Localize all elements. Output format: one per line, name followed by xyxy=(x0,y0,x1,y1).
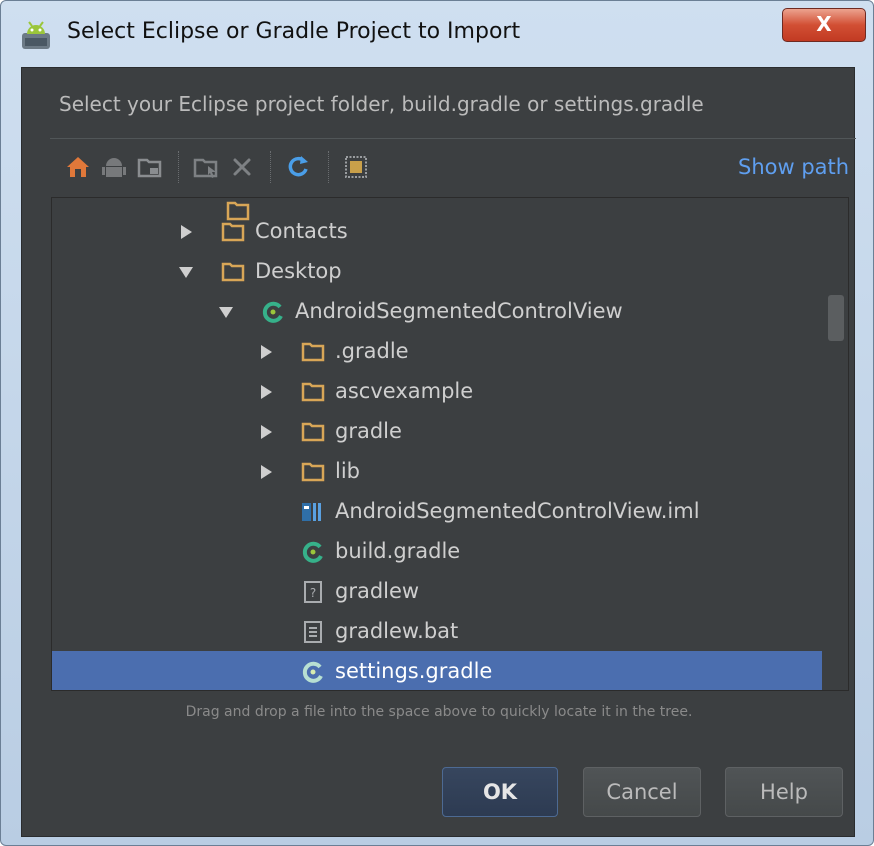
new-folder-icon[interactable] xyxy=(192,153,220,181)
dialog-window: Select Eclipse or Gradle Project to Impo… xyxy=(0,0,874,846)
cancel-button[interactable]: Cancel xyxy=(583,767,701,817)
expand-arrow-icon[interactable] xyxy=(178,224,194,240)
svg-text:?: ? xyxy=(310,586,316,600)
android-icon[interactable] xyxy=(100,153,128,181)
title-bar: Select Eclipse or Gradle Project to Impo… xyxy=(1,1,873,67)
tree-item-contacts[interactable]: Contacts xyxy=(52,211,822,251)
folder-icon xyxy=(301,422,325,442)
folder-icon xyxy=(301,462,325,482)
tree-item-gradlew-bat[interactable]: gradlew.bat xyxy=(52,611,822,651)
toolbar-separator xyxy=(178,151,180,183)
show-path-link[interactable]: Show path xyxy=(738,155,849,179)
tree-item-label: settings.gradle xyxy=(335,659,493,683)
tree-item-label: gradlew xyxy=(335,579,420,603)
delete-icon[interactable] xyxy=(228,153,256,181)
expand-arrow-icon[interactable] xyxy=(258,464,274,480)
tree-item-label: Desktop xyxy=(255,259,342,283)
folder-icon xyxy=(301,382,325,402)
expand-arrow-icon[interactable] xyxy=(258,344,274,360)
file-tree[interactable]: Contacts Desktop AndroidSegmentedControl… xyxy=(51,197,849,691)
scrollbar-thumb[interactable] xyxy=(828,295,844,341)
tree-item-iml[interactable]: AndroidSegmentedControlView.iml xyxy=(52,491,822,531)
expand-arrow-icon[interactable] xyxy=(258,384,274,400)
tree-item-label: Contacts xyxy=(255,219,348,243)
text-file-icon xyxy=(304,621,322,643)
tree-item-ascvexample[interactable]: ascvexample xyxy=(52,371,822,411)
tree-item-dot-gradle[interactable]: .gradle xyxy=(52,331,822,371)
project-folder-icon[interactable] xyxy=(136,153,164,181)
window-title: Select Eclipse or Gradle Project to Impo… xyxy=(67,19,521,44)
dialog-description: Select your Eclipse project folder, buil… xyxy=(59,92,704,116)
tree-item-build-gradle[interactable]: build.gradle xyxy=(52,531,822,571)
iml-file-icon xyxy=(302,503,321,521)
toolbar: Show path xyxy=(50,138,856,197)
gradle-project-icon xyxy=(262,301,283,323)
tree-item-label: .gradle xyxy=(335,339,409,363)
tree-item-project[interactable]: AndroidSegmentedControlView xyxy=(52,291,822,331)
drag-drop-hint: Drag and drop a file into the space abov… xyxy=(185,704,693,720)
tree-item-lib[interactable]: lib xyxy=(52,451,822,491)
tree-item-label: gradlew.bat xyxy=(335,619,459,643)
gradle-file-icon xyxy=(302,541,323,563)
tree-item-label: AndroidSegmentedControlView xyxy=(295,299,623,323)
close-button[interactable]: X xyxy=(782,8,866,42)
toolbar-separator xyxy=(270,151,272,183)
refresh-icon[interactable] xyxy=(284,153,312,181)
android-studio-icon xyxy=(22,21,50,49)
tree-item-gradlew[interactable]: ? gradlew xyxy=(52,571,822,611)
tree-item-desktop[interactable]: Desktop xyxy=(52,251,822,291)
show-hidden-icon[interactable] xyxy=(342,153,370,181)
tree-item-label: build.gradle xyxy=(335,539,461,563)
collapse-arrow-icon[interactable] xyxy=(218,304,234,320)
collapse-arrow-icon[interactable] xyxy=(178,264,194,280)
toolbar-separator xyxy=(328,151,330,183)
script-file-icon: ? xyxy=(304,581,322,603)
tree-item-label: ascvexample xyxy=(335,379,474,403)
tree-item-label: lib xyxy=(335,459,360,483)
home-icon[interactable] xyxy=(64,153,92,181)
folder-icon xyxy=(221,262,245,282)
tree-item-label: AndroidSegmentedControlView.iml xyxy=(335,499,700,523)
help-button[interactable]: Help xyxy=(725,767,843,817)
tree-item-gradle-folder[interactable]: gradle xyxy=(52,411,822,451)
dialog-content: Select your Eclipse project folder, buil… xyxy=(21,67,856,837)
folder-icon xyxy=(221,222,245,242)
gradle-file-icon xyxy=(302,661,323,683)
ok-button[interactable]: OK xyxy=(442,767,558,817)
expand-arrow-icon[interactable] xyxy=(258,424,274,440)
tree-item-label: gradle xyxy=(335,419,402,443)
tree-scrollbar[interactable] xyxy=(826,198,848,690)
tree-item-settings-gradle[interactable]: settings.gradle xyxy=(52,651,822,690)
folder-icon xyxy=(301,342,325,362)
